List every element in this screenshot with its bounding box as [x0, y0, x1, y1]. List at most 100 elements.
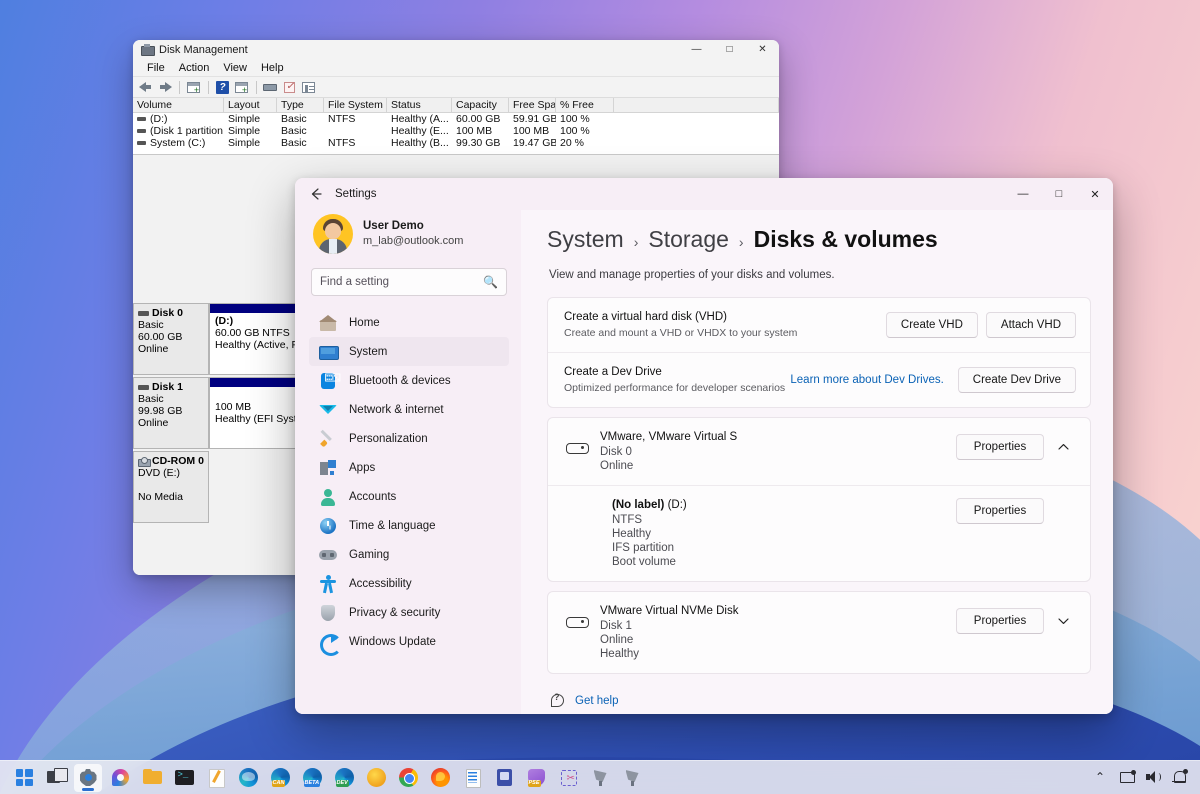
show-hide-console-tree-icon[interactable]: [186, 80, 202, 95]
settings-close-button[interactable]: ✕: [1077, 178, 1113, 210]
dm-minimize-button[interactable]: —: [680, 40, 713, 59]
volume-d-properties-button[interactable]: Properties: [956, 498, 1044, 524]
file-explorer-taskbar-button[interactable]: [138, 764, 166, 792]
search-box[interactable]: 🔍: [311, 268, 507, 296]
sidebar-item-accounts[interactable]: Accounts: [309, 482, 509, 511]
breadcrumb-storage[interactable]: Storage: [648, 224, 729, 254]
settings-minimize-button[interactable]: —: [1005, 178, 1041, 210]
sidebar-item-apps[interactable]: Apps: [309, 453, 509, 482]
menu-view[interactable]: View: [216, 61, 254, 75]
rescan-disks-icon[interactable]: [263, 80, 279, 95]
col-type[interactable]: Type: [277, 98, 324, 112]
chevron-up-icon[interactable]: [1093, 769, 1110, 786]
sidebar-item-accessibility[interactable]: Accessibility: [309, 569, 509, 598]
sidebar-item-network-internet[interactable]: Network & internet: [309, 395, 509, 424]
table-row[interactable]: (Disk 1 partition 1) Simple Basic Health…: [133, 125, 779, 137]
disk1-properties-button[interactable]: Properties: [956, 608, 1044, 634]
tool1-taskbar-button[interactable]: [586, 764, 614, 792]
desktop[interactable]: Disk Management — □ ✕ File Action View H…: [0, 0, 1200, 794]
disk-row-disk0[interactable]: VMware, VMware Virtual S Disk 0 Online P…: [548, 418, 1090, 485]
terminal-taskbar-button[interactable]: [170, 764, 198, 792]
col-layout[interactable]: Layout: [224, 98, 277, 112]
disk-management-titlebar[interactable]: Disk Management — □ ✕: [133, 40, 779, 59]
sidebar-item-personalization[interactable]: Personalization: [309, 424, 509, 453]
network-icon[interactable]: [1119, 769, 1136, 786]
document-taskbar-button[interactable]: [458, 764, 486, 792]
sidebar-item-system[interactable]: System: [309, 337, 509, 366]
col-status[interactable]: Status: [387, 98, 452, 112]
chrome-taskbar-button[interactable]: [394, 764, 422, 792]
tool2-taskbar-button[interactable]: [618, 764, 646, 792]
menu-file[interactable]: File: [140, 61, 172, 75]
notepad-taskbar-button[interactable]: [202, 764, 230, 792]
forward-arrow-icon[interactable]: [157, 80, 173, 95]
disk-header-disk1[interactable]: Disk 1 Basic 99.98 GB Online: [133, 377, 209, 449]
bell-icon[interactable]: [1171, 769, 1188, 786]
settings-titlebar[interactable]: Settings — □ ✕: [295, 178, 1113, 210]
sidebar-item-label: Home: [349, 316, 380, 329]
disk-header-cdrom0[interactable]: CD-ROM 0 DVD (E:) No Media: [133, 451, 209, 523]
chevron-up-icon[interactable]: [1050, 434, 1076, 460]
sidebar-item-privacy-security[interactable]: Privacy & security: [309, 598, 509, 627]
edge-stable-taskbar-button[interactable]: [362, 764, 390, 792]
edge-taskbar-button[interactable]: [234, 764, 262, 792]
edge-beta-taskbar-button[interactable]: BETA: [298, 764, 326, 792]
create-dev-drive-button[interactable]: Create Dev Drive: [957, 367, 1076, 393]
col-filesystem[interactable]: File System: [324, 98, 387, 112]
edge-canary-taskbar-button[interactable]: CAN: [266, 764, 294, 792]
copilot-taskbar-button[interactable]: [106, 764, 134, 792]
col-percent-free[interactable]: % Free: [556, 98, 614, 112]
volume-row-d[interactable]: (No label) (D:) NTFS Healthy IFS partiti…: [548, 485, 1090, 581]
menu-help[interactable]: Help: [254, 61, 291, 75]
settings-sidebar[interactable]: User Demo m_lab@outlook.com 🔍 Home Syste…: [295, 210, 521, 714]
search-input[interactable]: [320, 276, 484, 288]
dm-close-button[interactable]: ✕: [746, 40, 779, 59]
back-arrow-icon[interactable]: [301, 179, 331, 209]
table-row[interactable]: System (C:) Simple Basic NTFS Healthy (B…: [133, 137, 779, 149]
create-vhd-button[interactable]: Create VHD: [885, 312, 978, 338]
get-help-link[interactable]: Get help: [551, 692, 1091, 708]
sidebar-item-bluetooth-devices[interactable]: Bluetooth & devices: [309, 366, 509, 395]
learn-more-dev-drives-link[interactable]: Learn more about Dev Drives.: [790, 374, 943, 386]
disk-management-volume-table[interactable]: Volume Layout Type File System Status Ca…: [133, 98, 779, 155]
breadcrumb-system[interactable]: System: [547, 224, 624, 254]
edge-dev-taskbar-button[interactable]: DEV: [330, 764, 358, 792]
firefox-taskbar-button[interactable]: [426, 764, 454, 792]
settings-maximize-button[interactable]: □: [1041, 178, 1077, 210]
col-capacity[interactable]: Capacity: [452, 98, 509, 112]
sidebar-item-time-language[interactable]: Time & language: [309, 511, 509, 540]
disk-header-disk0[interactable]: Disk 0 Basic 60.00 GB Online: [133, 303, 209, 375]
taskbar[interactable]: CAN BETA DEV PSE: [0, 760, 1200, 794]
sidebar-item-home[interactable]: Home: [309, 308, 509, 337]
menu-action[interactable]: Action: [172, 61, 217, 75]
settings-window[interactable]: Settings — □ ✕ User Demo m_lab@outlook.c…: [295, 178, 1113, 714]
start-button[interactable]: [10, 764, 38, 792]
col-empty[interactable]: [614, 98, 779, 112]
task-view-button[interactable]: [42, 764, 70, 792]
attach-vhd-button[interactable]: Attach VHD: [985, 312, 1076, 338]
back-arrow-icon[interactable]: [138, 80, 154, 95]
system-tray[interactable]: [1093, 769, 1200, 786]
speaker-icon[interactable]: [1145, 769, 1162, 786]
account-tile[interactable]: User Demo m_lab@outlook.com: [309, 210, 515, 268]
dm-maximize-button[interactable]: □: [713, 40, 746, 59]
photoshop-taskbar-button[interactable]: PSE: [522, 764, 550, 792]
col-free-space[interactable]: Free Spa...: [509, 98, 556, 112]
col-volume[interactable]: Volume: [133, 98, 224, 112]
sidebar-item-gaming[interactable]: Gaming: [309, 540, 509, 569]
chevron-down-icon[interactable]: [1050, 608, 1076, 634]
disk0-properties-button[interactable]: Properties: [956, 434, 1044, 460]
settings-taskbar-button[interactable]: [74, 763, 102, 792]
settings-main-pane[interactable]: System › Storage › Disks & volumes View …: [521, 210, 1113, 714]
taskbar-apps[interactable]: CAN BETA DEV PSE: [0, 763, 646, 792]
disk-row-disk1[interactable]: VMware Virtual NVMe Disk Disk 1 Online H…: [548, 592, 1090, 673]
settings-nav-list[interactable]: Home System Bluetooth & devices Network …: [309, 308, 515, 708]
vm-taskbar-button[interactable]: [490, 764, 518, 792]
new-window-icon[interactable]: [234, 80, 250, 95]
properties-icon[interactable]: [301, 80, 317, 95]
all-tasks-icon[interactable]: [282, 80, 298, 95]
table-row[interactable]: (D:) Simple Basic NTFS Healthy (A... 60.…: [133, 113, 779, 125]
snipping-tool-taskbar-button[interactable]: [554, 764, 582, 792]
help-icon[interactable]: ?: [215, 80, 231, 95]
sidebar-item-windows-update[interactable]: Windows Update: [309, 627, 509, 656]
